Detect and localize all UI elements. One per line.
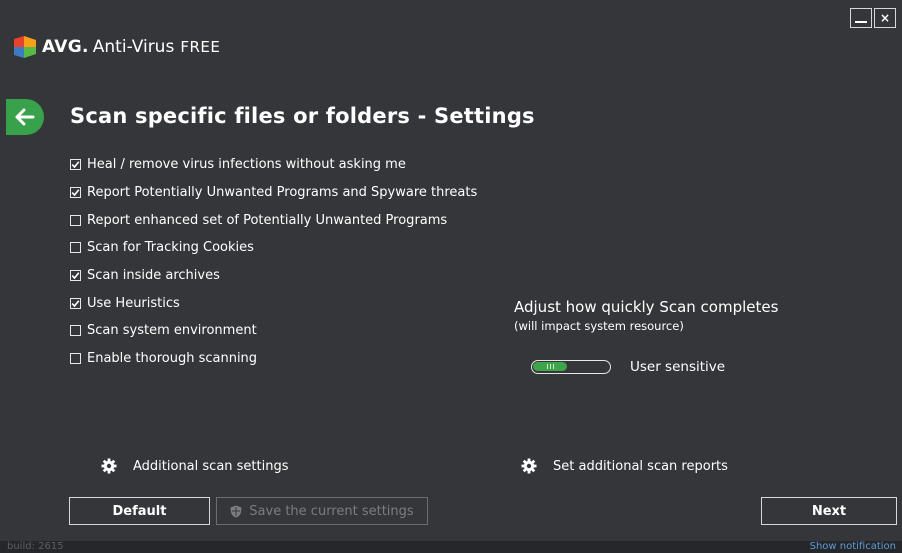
option-label: Scan inside archives [87,268,220,284]
grip-line [547,364,548,369]
checkmark-icon [71,189,80,197]
checkbox[interactable] [70,242,81,254]
link-label: Set additional scan reports [553,458,728,474]
edition-label: FREE [180,38,221,56]
option-label: Scan system environment [87,323,257,339]
grip-line [550,364,551,369]
scan-speed-slider[interactable] [531,360,611,374]
option-tracking-cookies[interactable]: Scan for Tracking Cookies [70,234,477,262]
build-number: build: 2615 [7,541,64,552]
option-system-environment[interactable]: Scan system environment [70,317,477,345]
checkmark-icon [71,300,80,307]
save-button-label: Save the current settings [249,503,414,519]
minimize-button[interactable] [850,8,872,28]
default-button-label: Default [112,503,167,519]
checkbox[interactable] [70,270,81,282]
scan-speed-subtitle: (will impact system resource) [514,319,684,333]
option-report-enhanced-pup[interactable]: Report enhanced set of Potentially Unwan… [70,206,477,234]
option-label: Scan for Tracking Cookies [87,240,254,256]
scan-speed-title: Adjust how quickly Scan completes [514,298,779,316]
checkbox[interactable] [70,353,81,365]
gear-icon [521,458,537,474]
option-label: Report Potentially Unwanted Programs and… [87,185,478,201]
checkbox[interactable] [70,159,81,171]
option-label: Report enhanced set of Potentially Unwan… [87,212,448,228]
next-button-label: Next [811,503,847,519]
back-button[interactable] [6,99,44,135]
gear-icon [101,458,117,474]
checkmark-icon [71,272,80,280]
avg-logo-icon [14,36,36,58]
option-label: Enable thorough scanning [87,351,258,367]
option-label: Use Heuristics [87,295,180,311]
close-button[interactable]: × [874,8,896,28]
footer-bar: build: 2615 Show notification [0,541,902,553]
arrow-left-icon [15,108,35,126]
additional-scan-settings-link[interactable]: Additional scan settings [101,458,289,474]
additional-scan-reports-link[interactable]: Set additional scan reports [521,458,728,474]
scan-speed-value: User sensitive [630,359,726,375]
scan-speed-control: User sensitive [531,359,725,375]
scan-options-list: Heal / remove virus infections without a… [70,151,477,373]
slider-knob[interactable] [533,362,567,371]
scan-speed-section: Adjust how quickly Scan completes (will … [514,298,778,333]
option-report-pup[interactable]: Report Potentially Unwanted Programs and… [70,179,477,207]
app-logo: AVG. Anti-Virus FREE [14,36,220,58]
checkbox[interactable] [70,325,81,337]
next-button[interactable]: Next [761,497,897,525]
save-settings-button[interactable]: Save the current settings [216,497,428,525]
product-name: Anti-Virus [92,37,175,57]
option-heal-remove[interactable]: Heal / remove virus infections without a… [70,151,477,179]
checkmark-icon [71,161,80,169]
default-button[interactable]: Default [69,497,210,525]
page-title: Scan specific files or folders - Setting… [70,104,535,128]
option-label: Heal / remove virus infections without a… [87,157,406,173]
minimize-icon [855,21,867,23]
link-label: Additional scan settings [133,458,289,474]
option-scan-archives[interactable]: Scan inside archives [70,262,477,290]
checkbox[interactable] [70,214,81,226]
grip-line [553,364,554,369]
show-notification-link[interactable]: Show notification [810,541,896,553]
option-thorough-scanning[interactable]: Enable thorough scanning [70,345,477,373]
checkbox[interactable] [70,187,81,199]
window-controls: × [850,8,896,28]
shield-icon [230,505,242,517]
close-icon: × [879,11,891,25]
app-window: × AVG. Anti-Virus FREE Scan specific fil… [0,0,902,553]
option-heuristics[interactable]: Use Heuristics [70,289,477,317]
brand-name: AVG. [42,37,89,57]
checkbox[interactable] [70,297,81,309]
